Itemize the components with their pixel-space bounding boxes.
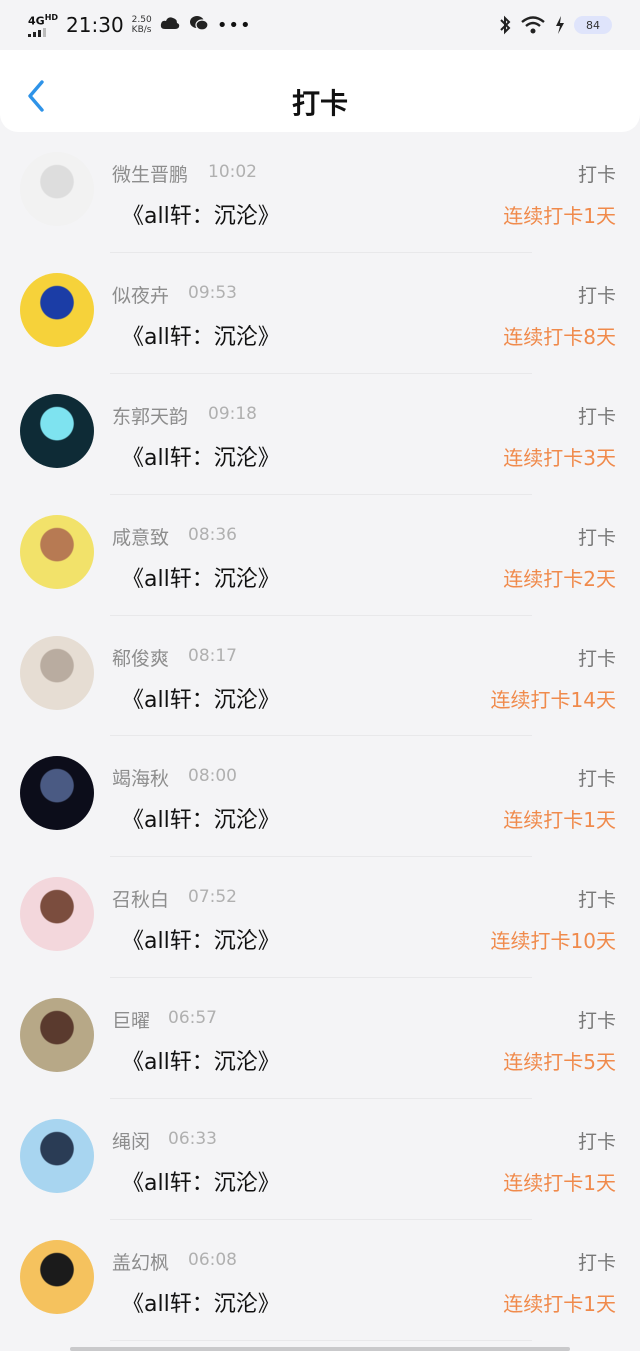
home-indicator [70,1347,570,1351]
network-indicator: 4GHD [28,13,58,37]
network-sup: HD [44,13,59,23]
user-name: 竭海秋 [112,768,170,791]
book-title[interactable]: 《all轩：沉沦》 [122,802,280,834]
notification-icons [160,15,209,35]
streak-label: 连续打卡10天 [490,929,616,954]
checkin-type: 打卡 [577,1131,616,1154]
streak-label: 连续打卡8天 [503,324,616,349]
header: 打卡 [0,50,640,132]
wechat-icon [189,16,209,31]
list-item[interactable]: 召秋白 07:52 《all轩：沉沦》 打卡连续打卡10天 [0,857,640,979]
avatar[interactable] [20,635,94,710]
avatar[interactable] [20,1240,94,1315]
book-title[interactable]: 《all轩：沉沦》 [122,1165,280,1197]
signal-icon [28,27,58,37]
page-title: 打卡 [291,87,348,120]
checkin-type: 打卡 [577,526,616,549]
user-name: 郗俊爽 [112,647,170,670]
streak-label: 连续打卡2天 [503,566,616,591]
more-icon: ••• [216,14,252,36]
user-name: 东郭天韵 [112,405,189,428]
checkin-type: 打卡 [577,1252,616,1275]
streak-label: 连续打卡5天 [503,1050,616,1075]
battery-indicator: 84 [574,16,612,34]
status-right: 84 [498,15,612,35]
list-item[interactable]: 咸意致 08:36 《all轩：沉沦》 打卡连续打卡2天 [0,495,640,616]
avatar[interactable] [20,152,94,226]
checkin-time: 08:17 [188,645,237,666]
battery-level: 84 [586,18,600,32]
list-item[interactable]: 东郭天韵 09:18 《all轩：沉沦》 打卡连续打卡3天 [0,374,640,495]
user-name: 微生晋鹏 [112,164,189,186]
streak-label: 连续打卡1天 [503,808,616,833]
checkin-time: 07:52 [188,887,237,908]
book-title[interactable]: 《all轩：沉沦》 [122,1044,280,1076]
book-title[interactable]: 《all轩：沉沦》 [122,1286,280,1318]
user-name: 绳闵 [112,1131,151,1154]
checkin-type: 打卡 [577,647,616,670]
streak-label: 连续打卡1天 [503,204,616,228]
avatar[interactable] [20,1119,94,1194]
user-name: 咸意致 [112,526,170,549]
user-name: 巨曜 [112,1010,151,1033]
user-name: 似夜卉 [112,284,170,307]
book-title[interactable]: 《all轩：沉沦》 [122,440,280,472]
checkin-type: 打卡 [577,284,616,307]
streak-label: 连续打卡14天 [490,687,616,712]
list-item[interactable]: 巨曜 06:57 《all轩：沉沦》 打卡连续打卡5天 [0,978,640,1100]
list-item[interactable]: 绳闵 06:33 《all轩：沉沦》 打卡连续打卡1天 [0,1099,640,1220]
checkin-type: 打卡 [577,405,616,428]
bluetooth-icon [500,15,511,35]
avatar[interactable] [20,756,94,831]
checkin-time: 09:53 [188,282,237,303]
avatar[interactable] [20,393,94,468]
speed-value: 2.50 [131,15,152,25]
checkin-type: 打卡 [577,1010,616,1033]
status-left: 4GHD 21:30 2.50 KB/s ••• [28,13,252,37]
list-item[interactable]: 微生晋鹏 10:02 《all轩：沉沦》 打卡连续打卡1天 [0,132,640,253]
checkin-time: 09:18 [208,403,257,424]
checkin-time: 10:02 [208,162,257,182]
avatar[interactable] [20,877,94,952]
speed-unit: KB/s [131,25,152,35]
checkin-time: 06:57 [168,1008,217,1029]
avatar[interactable] [20,998,94,1073]
book-title[interactable]: 《all轩：沉沦》 [122,561,280,593]
checkin-time: 08:36 [188,524,237,545]
checkin-type: 打卡 [577,164,616,186]
list-item[interactable]: 竭海秋 08:00 《all轩：沉沦》 打卡连续打卡1天 [0,736,640,858]
status-bar: 4GHD 21:30 2.50 KB/s ••• 84 [0,0,640,50]
checkin-time: 06:33 [168,1129,217,1150]
avatar[interactable] [20,514,94,589]
avatar[interactable] [20,272,94,347]
cloud-icon [160,17,179,29]
checkin-time: 06:08 [188,1250,237,1271]
user-name: 召秋白 [112,889,170,912]
checkin-list: 微生晋鹏 10:02 《all轩：沉沦》 打卡 连续打卡1天 似夜卉 09:53 《all轩：… [0,132,640,1341]
checkin-type: 打卡 [577,889,616,912]
streak-label: 连续打卡3天 [503,445,616,470]
book-title[interactable]: 《all轩：沉沦》 [122,923,280,955]
streak-label: 连续打卡1天 [503,1171,616,1196]
list-item[interactable]: 似夜卉 09:53 《all轩：沉沦》 打卡连续打卡8天 [0,253,640,374]
clock: 21:30 [66,13,124,37]
wifi-icon [521,16,545,34]
list-item[interactable]: 郗俊爽 08:17 《all轩：沉沦》 打卡连续打卡14天 [0,616,640,737]
book-title[interactable]: 《all轩：沉沦》 [122,682,280,714]
network-speed: 2.50 KB/s [132,15,152,35]
charging-icon [556,16,564,34]
book-title[interactable]: 《all轩：沉沦》 [122,319,280,351]
book-title[interactable]: 《all轩：沉沦》 [122,198,280,230]
user-name: 盖幻枫 [112,1252,170,1275]
streak-label: 连续打卡1天 [503,1292,616,1317]
checkin-type: 打卡 [577,768,616,791]
checkin-time: 08:00 [188,766,237,787]
list-item[interactable]: 盖幻枫 06:08 《all轩：沉沦》 打卡连续打卡1天 [0,1220,640,1341]
